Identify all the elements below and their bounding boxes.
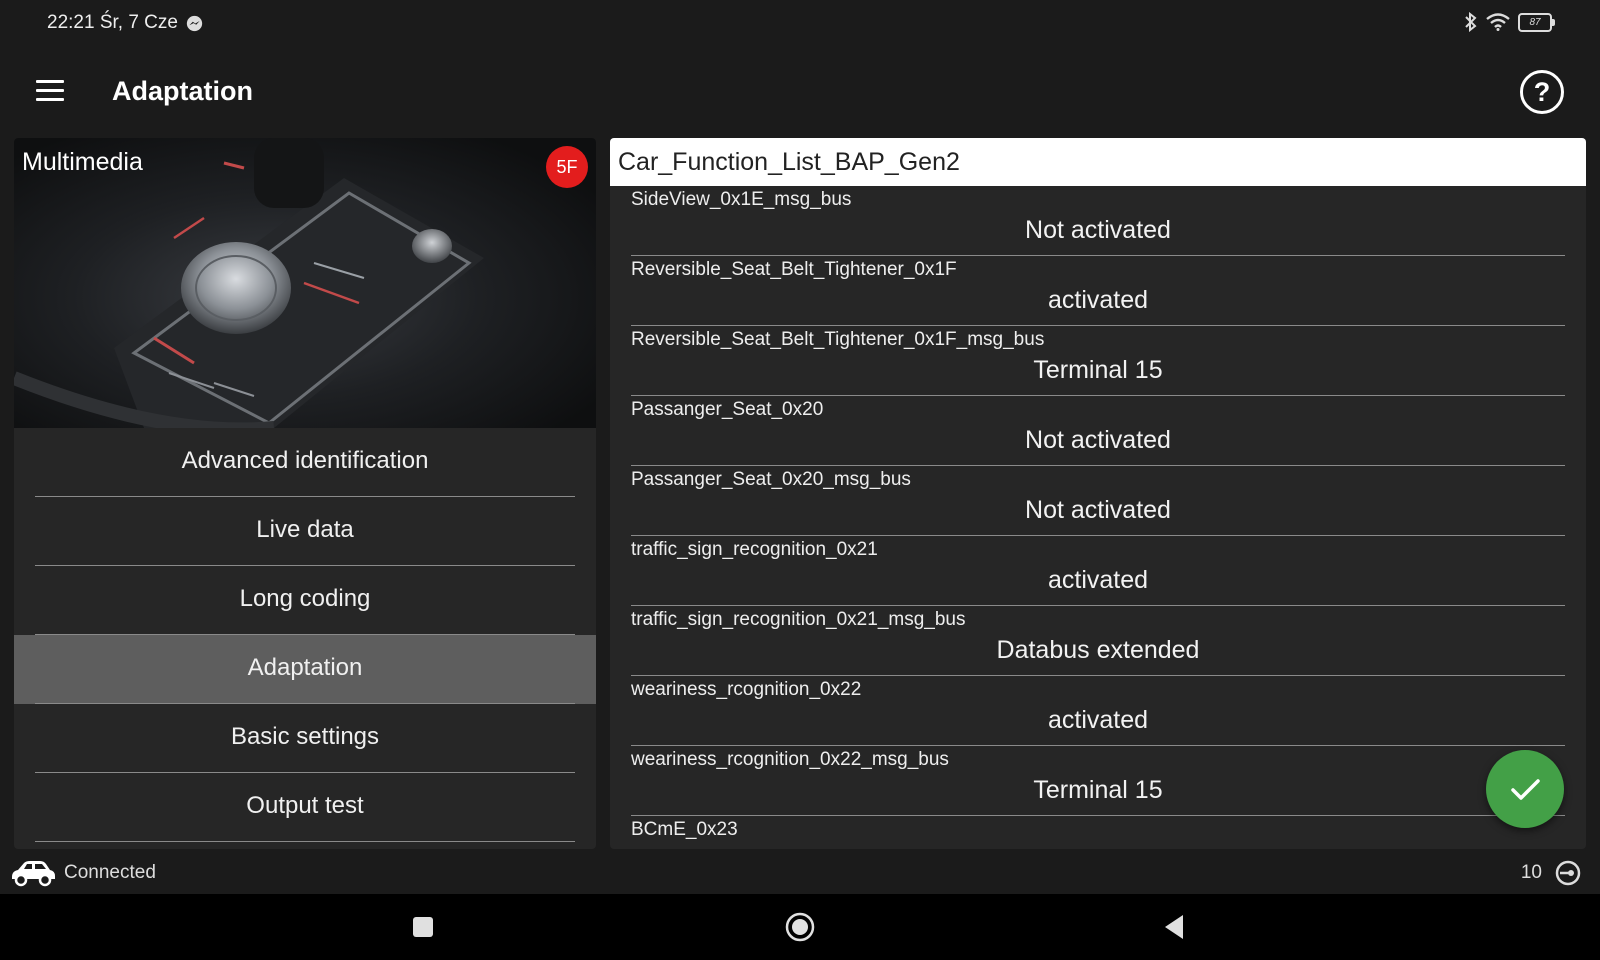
adaptation-group-header[interactable]: Car_Function_List_BAP_Gen2 xyxy=(610,138,1586,186)
car-icon xyxy=(12,861,55,887)
menu-item-long-coding[interactable]: Long coding xyxy=(14,566,596,635)
adaptation-name: traffic_sign_recognition_0x21_msg_bus xyxy=(631,609,966,630)
adaptation-value: activated xyxy=(1047,706,1149,734)
adaptation-value: activated xyxy=(1047,286,1149,314)
page-title: Adaptation xyxy=(112,76,253,106)
adaptation-name: BCmE_0x23 xyxy=(631,819,738,840)
adaptation-name: traffic_sign_recognition_0x21 xyxy=(631,539,878,560)
connection-count: 10 xyxy=(1520,862,1542,883)
adaptation-panel: Car_Function_List_BAP_Gen2 SideView_0x1E… xyxy=(610,138,1586,849)
menu-item-adaptation[interactable]: Adaptation xyxy=(14,635,596,704)
hamburger-menu-icon[interactable] xyxy=(36,80,64,102)
adaptation-name: Reversible_Seat_Belt_Tightener_0x1F xyxy=(631,259,957,280)
adaptation-row[interactable]: SideView_0x1E_msg_bus Not activated xyxy=(631,186,1565,256)
module-image: Multimedia 5F xyxy=(14,138,596,428)
menu-item-advanced-identification[interactable]: Advanced identification xyxy=(14,428,596,497)
adaptation-value: Databus extended xyxy=(996,636,1200,664)
adaptation-row[interactable]: weariness_rcognition_0x22 activated xyxy=(631,676,1565,746)
connection-status: Connected xyxy=(64,862,156,883)
connection-bar: Connected 10 xyxy=(0,850,1600,894)
function-menu: Advanced identification Live data Long c… xyxy=(14,428,596,842)
adaptation-row[interactable]: traffic_sign_recognition_0x21_msg_bus Da… xyxy=(631,606,1565,676)
adaptation-row[interactable]: traffic_sign_recognition_0x21 activated xyxy=(631,536,1565,606)
menu-item-basic-settings[interactable]: Basic settings xyxy=(14,704,596,773)
module-address-badge: 5F xyxy=(546,146,588,188)
adaptation-list: SideView_0x1E_msg_bus Not activated Reve… xyxy=(610,186,1586,849)
module-panel: Multimedia 5F Advanced identification Li… xyxy=(14,138,596,849)
bluetooth-icon xyxy=(1465,12,1477,32)
adaptation-name: Passanger_Seat_0x20 xyxy=(631,399,824,420)
status-bar: 22:21 Śr, 7 Cze 87 xyxy=(0,0,1600,50)
checkmark-icon xyxy=(1511,779,1540,800)
menu-item-live-data[interactable]: Live data xyxy=(14,497,596,566)
adaptation-value: Not activated xyxy=(1025,216,1171,244)
app-bar: Adaptation ? xyxy=(0,50,1600,136)
battery-icon: 87 xyxy=(1518,12,1555,32)
adaptation-value: activated xyxy=(1047,566,1149,594)
messenger-icon xyxy=(186,15,203,32)
adaptation-row[interactable]: BCmE_0x23 xyxy=(631,816,1565,849)
back-icon[interactable] xyxy=(1163,914,1185,940)
session-icon xyxy=(1555,860,1581,886)
car-console-image xyxy=(14,138,484,428)
adaptation-name: weariness_rcognition_0x22_msg_bus xyxy=(631,749,949,770)
home-icon[interactable] xyxy=(785,912,815,942)
adaptation-row[interactable]: Reversible_Seat_Belt_Tightener_0x1F_msg_… xyxy=(631,326,1565,396)
adaptation-value: Terminal 15 xyxy=(1033,356,1163,384)
adaptation-name: Passanger_Seat_0x20_msg_bus xyxy=(631,469,911,490)
adaptation-name: weariness_rcognition_0x22 xyxy=(631,679,862,700)
adaptation-value: Not activated xyxy=(1025,496,1171,524)
status-time: 22:21 Śr, 7 Cze xyxy=(47,12,178,33)
system-nav-bar xyxy=(0,894,1600,960)
adaptation-value: Not activated xyxy=(1025,426,1171,454)
adaptation-value: Terminal 15 xyxy=(1033,776,1163,804)
module-title: Multimedia xyxy=(22,148,143,176)
help-icon[interactable]: ? xyxy=(1520,70,1564,114)
status-icons: 87 xyxy=(1464,12,1555,32)
confirm-button[interactable] xyxy=(1486,750,1564,828)
adaptation-row[interactable]: weariness_rcognition_0x22_msg_bus Termin… xyxy=(631,746,1565,816)
adaptation-row[interactable]: Passanger_Seat_0x20 Not activated xyxy=(631,396,1565,466)
adaptation-name: Reversible_Seat_Belt_Tightener_0x1F_msg_… xyxy=(631,329,1045,350)
adaptation-row[interactable]: Reversible_Seat_Belt_Tightener_0x1F acti… xyxy=(631,256,1565,326)
menu-item-output-test[interactable]: Output test xyxy=(14,773,596,842)
adaptation-name: SideView_0x1E_msg_bus xyxy=(631,189,852,210)
wifi-icon xyxy=(1486,13,1510,31)
recents-icon[interactable] xyxy=(412,916,434,938)
adaptation-row[interactable]: Passanger_Seat_0x20_msg_bus Not activate… xyxy=(631,466,1565,536)
